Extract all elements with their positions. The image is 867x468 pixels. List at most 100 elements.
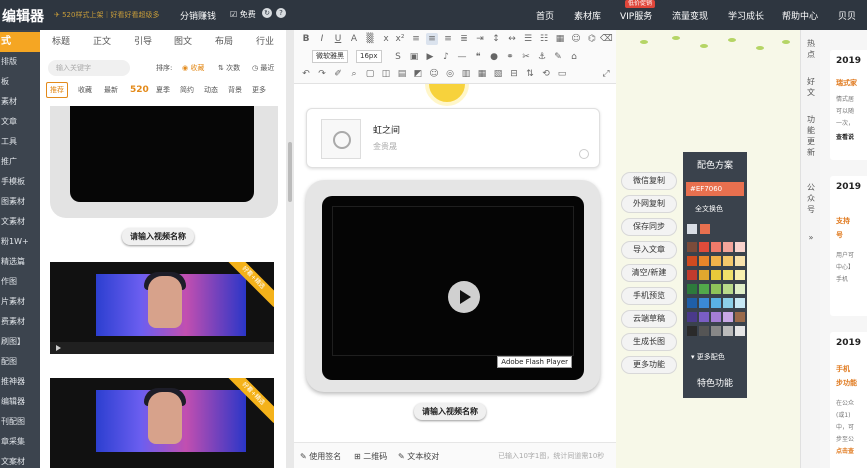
news-card[interactable]: 2019 手机 步功能 在公众 (或1) 中，可 步至公 点击查: [830, 332, 867, 468]
video-name-button[interactable]: 请输入视频名称: [414, 403, 486, 420]
video-template-card[interactable]: 好看+精选: [50, 378, 274, 468]
color-swatch[interactable]: [735, 312, 745, 322]
clear-format-icon[interactable]: ⌫: [600, 33, 613, 45]
search-replace-icon[interactable]: ⌕: [348, 68, 360, 80]
align-center-icon[interactable]: ≡: [426, 33, 438, 45]
color-swatch[interactable]: [687, 270, 697, 280]
letter-spacing-icon[interactable]: ↔: [506, 33, 518, 45]
nav-draw[interactable]: 作图: [0, 272, 40, 292]
tabs-expand-icon[interactable]: »: [805, 232, 817, 243]
material-scrollbar[interactable]: [286, 30, 294, 468]
long-image-button[interactable]: 生成长图: [621, 333, 677, 351]
sort-recent[interactable]: ◷ 最近: [252, 63, 274, 73]
news-more-link[interactable]: 点击查: [836, 446, 854, 455]
special-features-button[interactable]: 特色功能: [683, 376, 747, 389]
nav-copywriting[interactable]: 文案材: [0, 452, 40, 468]
color-swatch[interactable]: [711, 312, 721, 322]
save-sync-button[interactable]: 保存同步: [621, 218, 677, 236]
tab-image-text[interactable]: 图文: [174, 34, 192, 47]
shadow-icon[interactable]: ◩: [412, 68, 424, 80]
font-color-icon[interactable]: A: [348, 33, 360, 45]
layout-icon[interactable]: ▧: [492, 68, 504, 80]
search-input[interactable]: 输入关键字: [48, 60, 130, 76]
tab-title[interactable]: 标题: [52, 34, 70, 47]
filter-520[interactable]: 520: [130, 82, 149, 98]
emoji-select-icon[interactable]: ☺: [428, 68, 440, 80]
border-icon[interactable]: ◫: [380, 68, 392, 80]
tab-official-account[interactable]: 公众号: [805, 182, 817, 215]
external-copy-button[interactable]: 外网复制: [621, 195, 677, 213]
box-icon[interactable]: ▢: [364, 68, 376, 80]
sort-favorite[interactable]: ◉ 收藏: [182, 63, 204, 73]
wechat-copy-button[interactable]: 微信复制: [621, 172, 677, 190]
color-swatch[interactable]: [711, 326, 721, 336]
cloud-draft-button[interactable]: 云端草稿: [621, 310, 677, 328]
table-icon[interactable]: ▦: [554, 33, 566, 45]
columns-icon[interactable]: ▥: [460, 68, 472, 80]
line-height-icon[interactable]: ↕: [490, 33, 502, 45]
color-swatch[interactable]: [735, 284, 745, 294]
source-code-icon[interactable]: ⌬: [586, 33, 598, 45]
video-name-button[interactable]: 请输入视频名称: [122, 228, 194, 245]
font-size-select[interactable]: 16px: [356, 50, 382, 63]
more-colors-button[interactable]: ▾ 更多配色: [691, 352, 725, 362]
bold-icon[interactable]: B: [300, 33, 312, 45]
color-swatch[interactable]: [700, 224, 710, 234]
color-swatch[interactable]: [723, 312, 733, 322]
color-swatch[interactable]: [687, 326, 697, 336]
color-swatch[interactable]: [699, 242, 709, 252]
filter-latest[interactable]: 最新: [104, 82, 118, 98]
color-hex-input[interactable]: #EF7060: [686, 182, 744, 196]
nav-text-material[interactable]: 文素材: [0, 212, 40, 232]
anchor-icon[interactable]: ⚓: [536, 51, 548, 63]
grid-icon[interactable]: ▦: [476, 68, 488, 80]
sort-icon[interactable]: ⇅: [524, 68, 536, 80]
color-swatch[interactable]: [723, 326, 733, 336]
nav-promote[interactable]: 推广: [0, 152, 40, 172]
nav-vip[interactable]: VIP服务: [620, 9, 652, 22]
tab-body[interactable]: 正文: [93, 34, 111, 47]
distribution-link[interactable]: 分销赚钱: [180, 9, 216, 22]
refresh-icon[interactable]: ↻: [262, 8, 272, 18]
tab-guide[interactable]: 引导: [134, 34, 152, 47]
nav-article[interactable]: 文章: [0, 112, 40, 132]
rotate-icon[interactable]: ⟲: [540, 68, 552, 80]
align-justify-icon[interactable]: ≣: [458, 33, 470, 45]
superscript-icon[interactable]: x²: [394, 33, 406, 45]
nav-phone-template[interactable]: 手模板: [0, 172, 40, 192]
nav-user[interactable]: 贝贝: [838, 9, 856, 22]
color-swatch[interactable]: [735, 256, 745, 266]
nav-template[interactable]: 板: [0, 72, 40, 92]
window-icon[interactable]: ▭: [556, 68, 568, 80]
color-swatch[interactable]: [723, 270, 733, 280]
color-swatch[interactable]: [687, 312, 697, 322]
nav-material[interactable]: 素材: [0, 92, 40, 112]
tab-layout[interactable]: 布局: [215, 34, 233, 47]
qrcode-button[interactable]: ⊞ 二维码: [354, 451, 387, 462]
color-swatch[interactable]: [711, 256, 721, 266]
scrollbar-thumb[interactable]: [288, 142, 292, 202]
video-template-card[interactable]: [50, 106, 278, 218]
filter-background[interactable]: 背景: [228, 82, 242, 98]
nav-learn[interactable]: 学习成长: [728, 9, 764, 22]
nav-brush[interactable]: 刷图】: [0, 332, 40, 352]
align-left-icon[interactable]: ≡: [410, 33, 422, 45]
nav-picture-material[interactable]: 片素材: [0, 292, 40, 312]
tab-good-articles[interactable]: 好文: [805, 76, 817, 98]
numbered-list-icon[interactable]: ☷: [538, 33, 550, 45]
image-icon[interactable]: ▣: [408, 51, 420, 63]
split-icon[interactable]: ⊟: [508, 68, 520, 80]
import-article-button[interactable]: 导入文章: [621, 241, 677, 259]
video-frame[interactable]: Adobe Flash Player: [306, 180, 600, 392]
color-swatch[interactable]: [699, 326, 709, 336]
sort-count[interactable]: ⇅ 次数: [218, 63, 240, 73]
nav-monetize[interactable]: 流量变现: [672, 9, 708, 22]
tab-industry[interactable]: 行业: [256, 34, 274, 47]
color-swatch[interactable]: [699, 270, 709, 280]
news-more-link[interactable]: 查看说: [836, 132, 854, 141]
color-swatch[interactable]: [687, 242, 697, 252]
subscript-icon[interactable]: x: [380, 33, 392, 45]
news-card[interactable]: 2019 瑞式家 情式居 可以随 一次， 查看说: [830, 50, 867, 160]
color-swatch[interactable]: [687, 256, 697, 266]
divider-icon[interactable]: —: [456, 51, 468, 63]
